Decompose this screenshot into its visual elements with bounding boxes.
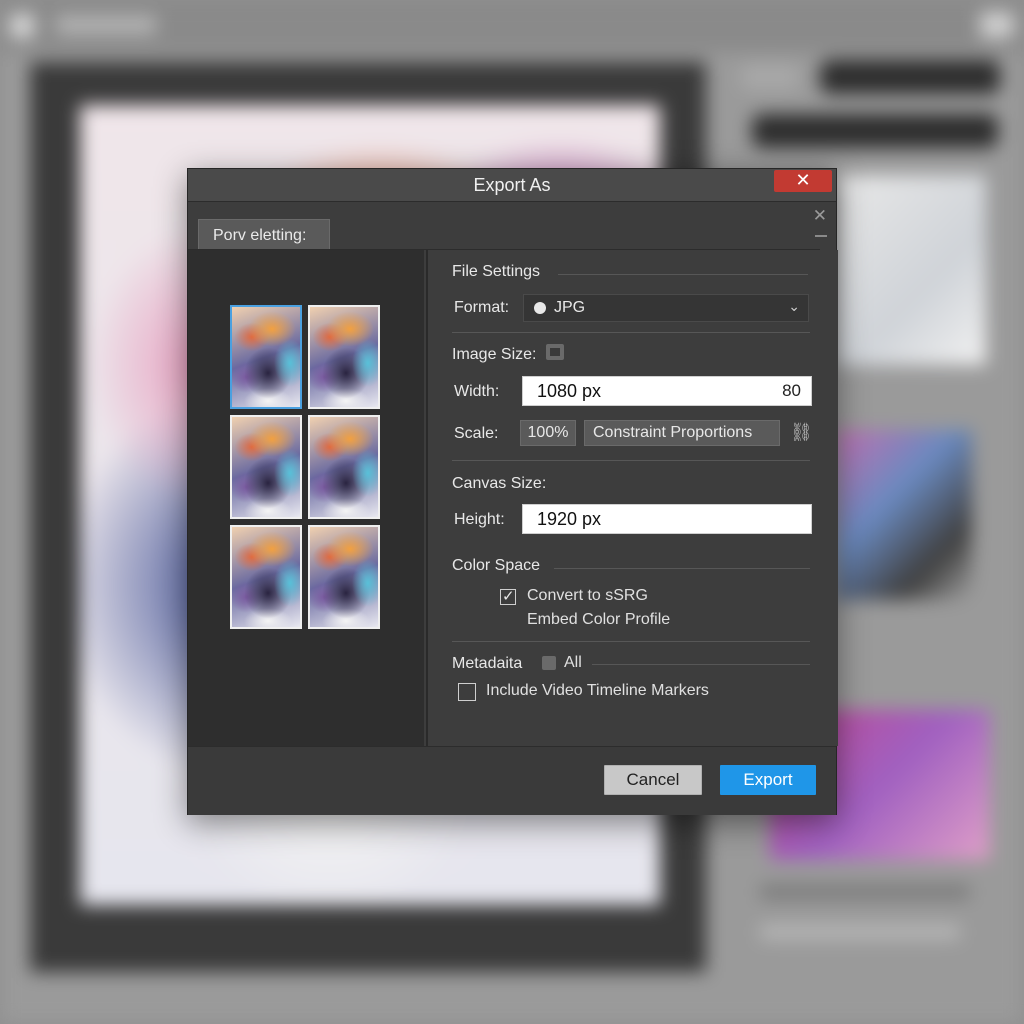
- metadata-all-label: All: [564, 654, 582, 671]
- close-icon: ✕: [795, 170, 811, 190]
- embed-color-profile-label[interactable]: Embed Color Profile: [527, 611, 670, 629]
- checkmark-icon: ✓: [502, 588, 515, 605]
- settings-pane: File Settings Format: JPG ⌄ Image Size: …: [426, 250, 838, 746]
- height-value: 1920 px: [537, 509, 602, 529]
- scale-field[interactable]: 100%: [520, 420, 576, 446]
- export-dialog: Export As ✕ ✕ Porv eletting: File Settin…: [187, 168, 838, 815]
- secondary-close-icon[interactable]: ✕: [813, 207, 827, 224]
- constrain-proportions-button[interactable]: Constraint Proportions: [584, 420, 780, 446]
- preview-thumbnail[interactable]: [308, 415, 380, 519]
- height-field[interactable]: 1920 px: [522, 504, 812, 534]
- section-divider: [554, 568, 810, 569]
- preview-thumbnail-selected[interactable]: [230, 305, 302, 409]
- width-label: Width:: [454, 383, 500, 400]
- preview-pane: [188, 250, 424, 746]
- width-value: 1080 px: [537, 381, 602, 401]
- background-app-title: [56, 16, 156, 34]
- preview-thumbnail[interactable]: [230, 415, 302, 519]
- dialog-title: Export As: [473, 175, 551, 195]
- scale-label: Scale:: [454, 425, 499, 442]
- preview-thumbnail[interactable]: [230, 525, 302, 629]
- section-divider: [452, 332, 810, 333]
- dialog-titlebar[interactable]: Export As ✕: [188, 169, 836, 202]
- app-logo-icon: [10, 14, 34, 38]
- preview-thumbnail[interactable]: [308, 525, 380, 629]
- link-icon[interactable]: ⛓: [790, 423, 813, 441]
- background-field: [752, 114, 998, 148]
- collapse-icon[interactable]: [815, 235, 827, 237]
- section-divider: [592, 664, 810, 665]
- format-label: Format:: [454, 299, 510, 316]
- export-button[interactable]: Export: [720, 765, 816, 795]
- image-size-icon: [546, 344, 564, 360]
- background-text-line: [760, 925, 960, 939]
- background-label: [740, 64, 800, 90]
- preview-thumbnail[interactable]: [308, 305, 380, 409]
- width-field[interactable]: 1080 px 80: [522, 376, 812, 406]
- format-dropdown[interactable]: JPG ⌄: [523, 294, 809, 322]
- include-timeline-markers-label: Include Video Timeline Markers: [486, 682, 709, 699]
- tab-preview-setting[interactable]: Porv eletting:: [198, 219, 330, 249]
- format-value: JPG: [554, 299, 586, 316]
- convert-srgb-label: Convert to sSRG: [527, 587, 648, 604]
- format-indicator-icon: [534, 302, 546, 314]
- canvas-size-heading: Canvas Size:: [452, 475, 547, 492]
- background-dropdown: [820, 60, 1000, 94]
- background-thumbnail: [836, 430, 972, 600]
- background-toolbar: [0, 0, 1024, 52]
- metadata-all-checkbox[interactable]: [542, 656, 556, 670]
- section-divider: [558, 274, 808, 275]
- include-timeline-markers-checkbox[interactable]: [458, 683, 476, 701]
- section-divider: [452, 460, 810, 461]
- background-thumbnail: [836, 175, 986, 365]
- close-button[interactable]: ✕: [774, 170, 832, 192]
- background-text-line: [760, 885, 970, 899]
- dialog-footer: Cancel Export: [188, 746, 836, 815]
- width-suffix: 80: [782, 381, 801, 400]
- metadata-heading: Metadaita: [452, 655, 523, 672]
- image-size-heading: Image Size:: [452, 346, 537, 363]
- section-divider: [452, 641, 810, 642]
- background-window-control: [980, 12, 1014, 38]
- cancel-button[interactable]: Cancel: [604, 765, 702, 795]
- color-space-heading: Color Space: [452, 557, 541, 574]
- convert-srgb-checkbox[interactable]: ✓: [500, 588, 516, 605]
- file-settings-heading: File Settings: [452, 263, 541, 280]
- chevron-down-icon: ⌄: [788, 298, 800, 314]
- height-label: Height:: [454, 511, 505, 528]
